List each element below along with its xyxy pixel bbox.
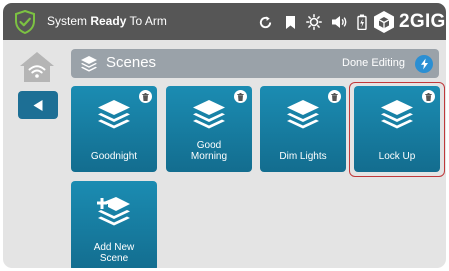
add-scene-layers-icon [97, 197, 130, 226]
scene-layers-icon [98, 100, 130, 129]
delete-scene-button[interactable] [234, 90, 247, 103]
done-editing-label[interactable]: Done Editing [342, 57, 405, 69]
trash-icon [425, 92, 432, 101]
delete-scene-button[interactable] [328, 90, 341, 103]
scene-tile-goodnight[interactable]: Goodnight [71, 86, 157, 172]
delete-scene-button[interactable] [422, 90, 435, 103]
refresh-icon[interactable] [256, 12, 274, 32]
brand-logo: 2GIG [372, 8, 446, 36]
brand-name: 2GIG [399, 11, 446, 32]
trash-icon [331, 92, 338, 101]
volume-icon[interactable] [330, 12, 348, 32]
scene-layers-icon [193, 100, 225, 129]
battery-icon[interactable] [353, 12, 371, 32]
add-scene-label: Add New Scene [93, 242, 135, 264]
back-button[interactable] [18, 91, 58, 119]
done-editing-button[interactable] [415, 55, 433, 73]
scene-label: Lock Up [378, 151, 416, 162]
scene-tile-good-morning[interactable]: Good Morning [166, 86, 252, 172]
page-title: Scenes [106, 54, 157, 71]
scene-layers-icon [287, 100, 319, 129]
scenes-header: Scenes Done Editing [71, 49, 439, 78]
scene-tile-lock-up[interactable]: Lock Up [354, 86, 440, 172]
back-arrow-icon [33, 99, 43, 111]
scene-tile-dim-lights[interactable]: Dim Lights [260, 86, 346, 172]
scenes-layers-icon [81, 56, 97, 72]
trash-icon [237, 92, 244, 101]
control-panel-screen: System Ready To Arm 2GIG Scenes Done Edi… [3, 3, 446, 268]
scene-label: Goodnight [90, 151, 138, 162]
add-new-scene-tile[interactable]: Add New Scene [71, 181, 157, 268]
delete-scene-button[interactable] [139, 90, 152, 103]
scene-layers-icon [381, 100, 413, 129]
trash-icon [142, 92, 149, 101]
home-wifi-icon[interactable] [19, 51, 55, 83]
scene-label: Dim Lights [279, 151, 327, 162]
scene-label: Good Morning [190, 140, 228, 162]
brightness-icon[interactable] [305, 12, 323, 32]
cube-logo-icon [374, 11, 394, 33]
status-bar: System Ready To Arm 2GIG [3, 3, 446, 40]
lightning-icon [420, 58, 428, 70]
bookmark-icon[interactable] [281, 12, 299, 32]
